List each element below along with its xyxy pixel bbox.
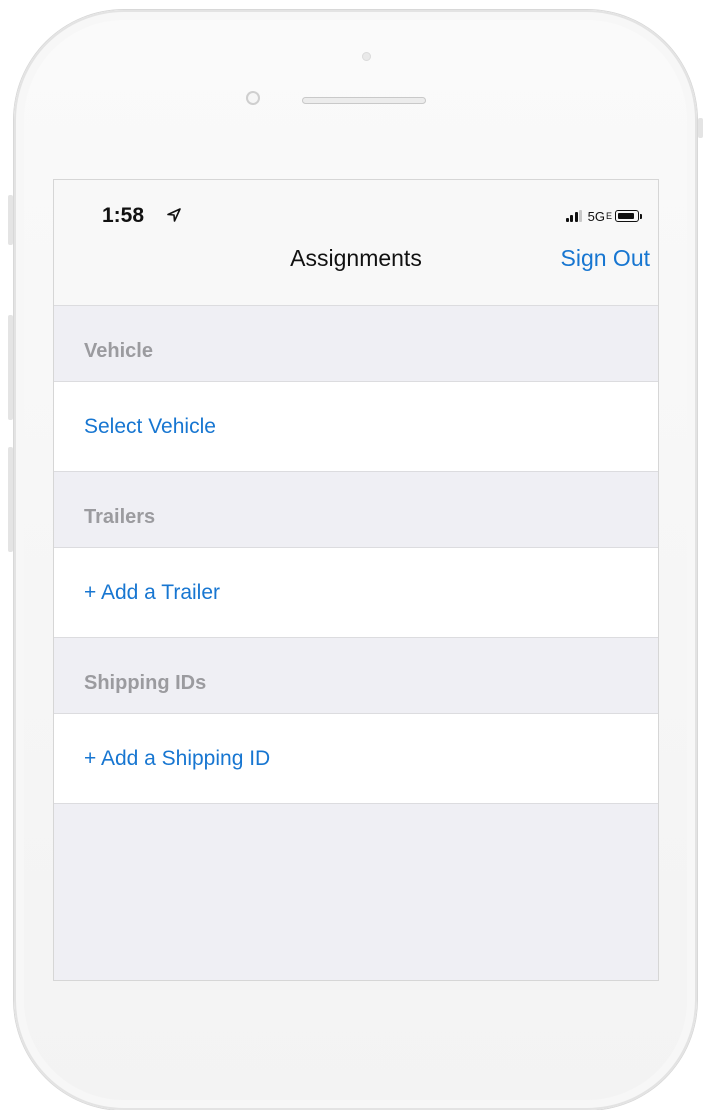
front-camera bbox=[246, 91, 260, 105]
mute-switch bbox=[8, 195, 13, 245]
section-header-label: Trailers bbox=[84, 506, 156, 528]
sign-out-button[interactable]: Sign Out bbox=[561, 245, 651, 272]
add-shipping-id-label: + Add a Shipping ID bbox=[84, 747, 271, 770]
app-screen: 1:58 5G E Assignments Sign Out Vehicle S… bbox=[54, 180, 658, 980]
power-button bbox=[698, 118, 703, 138]
signal-strength-icon bbox=[565, 210, 584, 222]
section-header-vehicle: Vehicle bbox=[54, 306, 658, 382]
select-vehicle-label: Select Vehicle bbox=[84, 415, 216, 438]
add-trailer-row[interactable]: + Add a Trailer bbox=[54, 548, 658, 638]
earpiece-speaker bbox=[302, 97, 426, 104]
battery-icon bbox=[615, 210, 639, 222]
select-vehicle-row[interactable]: Select Vehicle bbox=[54, 382, 658, 472]
status-indicators: 5G E bbox=[565, 206, 642, 226]
volume-up-button bbox=[8, 315, 13, 420]
volume-down-button bbox=[8, 447, 13, 552]
add-trailer-label: + Add a Trailer bbox=[84, 581, 220, 604]
add-shipping-id-row[interactable]: + Add a Shipping ID bbox=[54, 714, 658, 804]
battery-cap bbox=[640, 213, 642, 219]
section-header-label: Shipping IDs bbox=[84, 672, 207, 694]
section-header-label: Vehicle bbox=[84, 340, 153, 362]
section-header-shipping-ids: Shipping IDs bbox=[54, 638, 658, 714]
location-arrow-icon bbox=[167, 208, 181, 222]
network-type-suffix: E bbox=[605, 211, 612, 221]
network-type: 5G bbox=[587, 208, 605, 224]
section-header-trailers: Trailers bbox=[54, 472, 658, 548]
navigation-bar: 1:58 5G E Assignments Sign Out bbox=[54, 180, 658, 306]
status-time: 1:58 bbox=[102, 204, 145, 227]
proximity-sensor bbox=[362, 52, 371, 61]
